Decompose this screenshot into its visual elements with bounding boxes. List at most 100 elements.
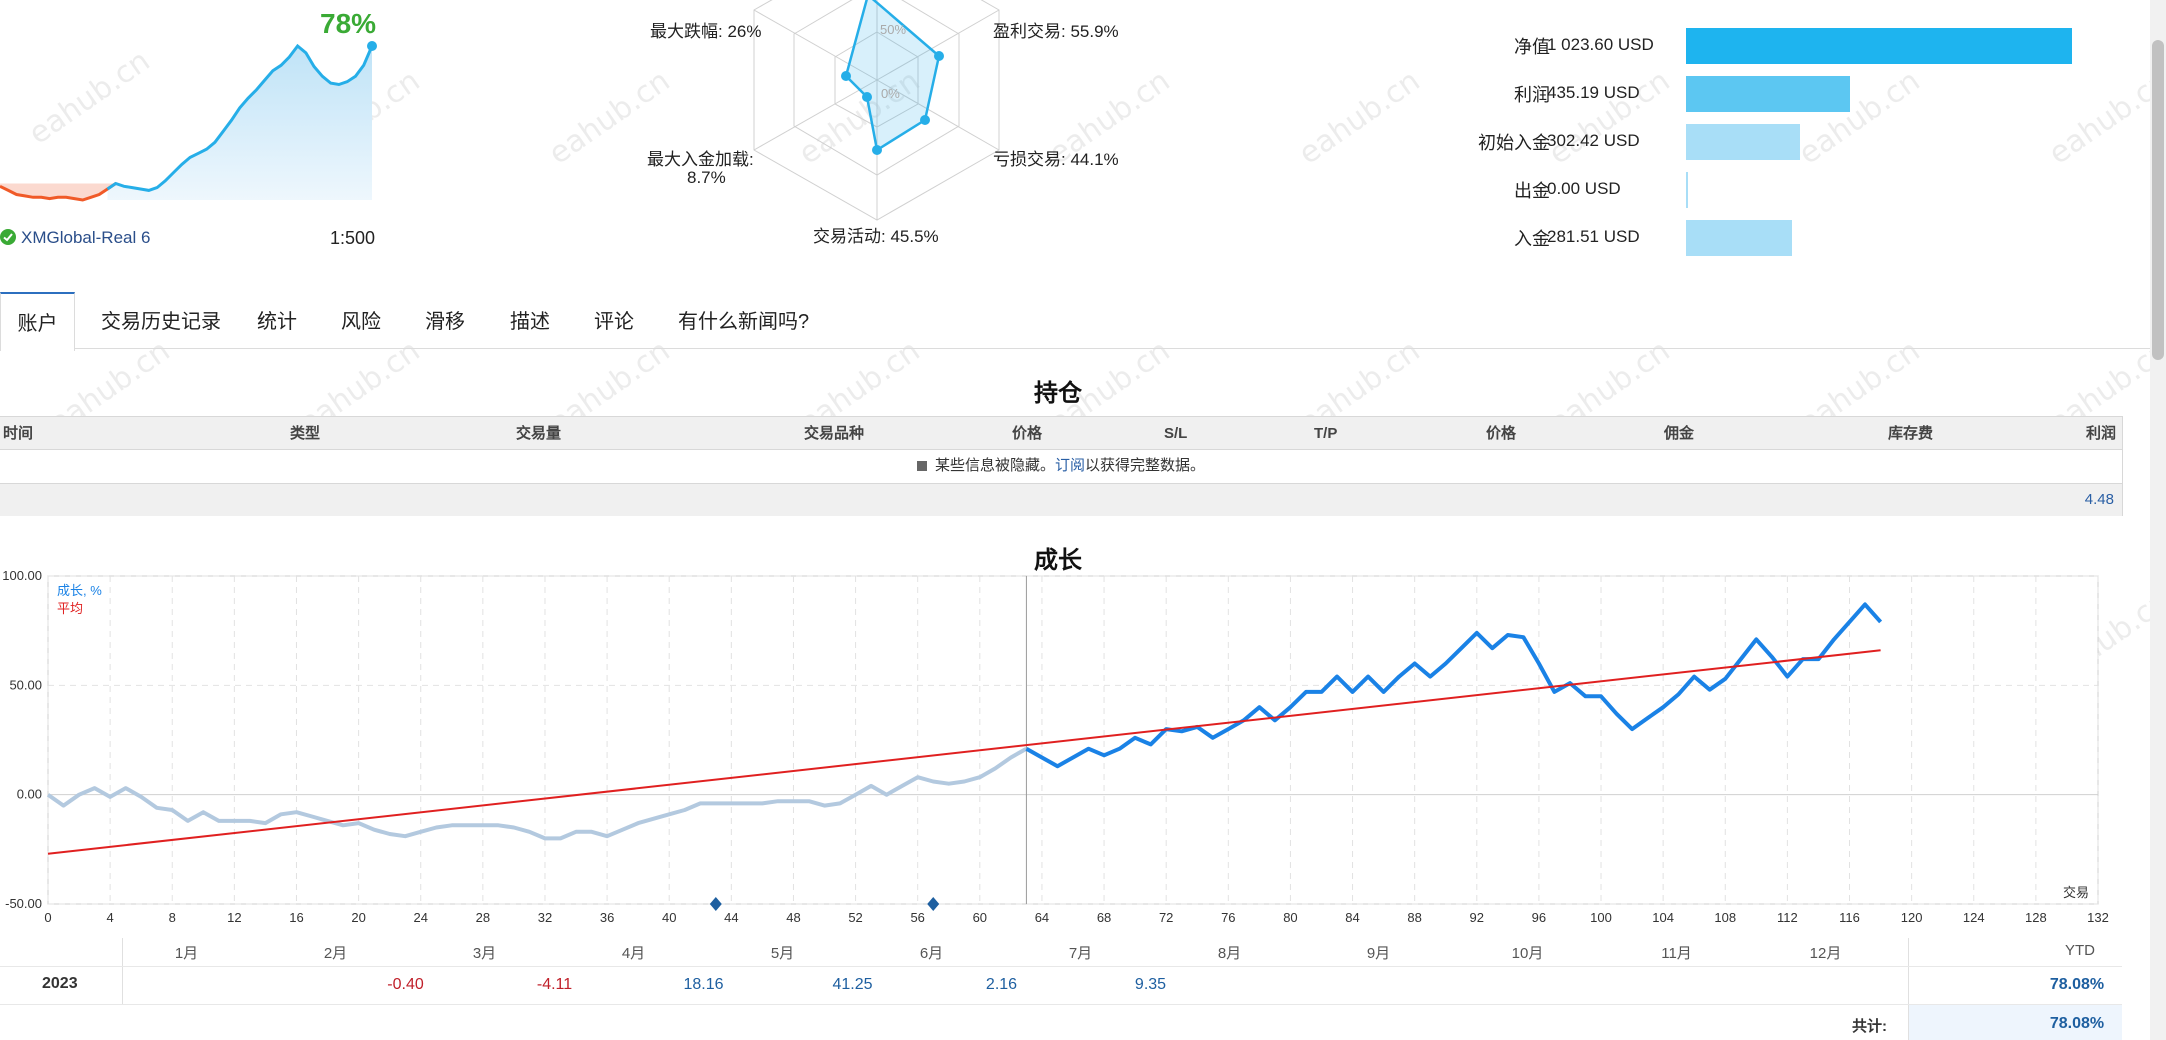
month-value: -4.11: [536, 976, 573, 993]
x-tick-label: 92: [1470, 910, 1484, 925]
x-tick-label: 128: [2025, 910, 2047, 925]
x-tick-label: 56: [910, 910, 924, 925]
table-divider: [0, 966, 2122, 967]
month-value: 41.25: [832, 976, 873, 993]
x-tick-label: 104: [1652, 910, 1674, 925]
balance-bar: [1686, 28, 2072, 64]
month-header: 10月: [1511, 945, 1544, 962]
x-tick-label: 84: [1345, 910, 1359, 925]
positions-title: 持仓: [1034, 380, 1082, 407]
balance-panel: 净值 1 023.60 USD 利润 435.19 USD 初始入金 302.42 USD…: [1400, 0, 2150, 270]
tab-description[interactable]: 描述: [510, 292, 550, 348]
x-tick-label: 52: [848, 910, 862, 925]
check-icon: [0, 229, 16, 245]
balance-value: 302.42 USD: [1547, 131, 1640, 150]
col-commission: 佣金: [1664, 425, 1695, 442]
mini-growth-positive-area: [107, 46, 372, 200]
tab-account[interactable]: 账户: [0, 292, 75, 351]
subscribe-link[interactable]: 订阅: [1055, 457, 1085, 474]
leverage-value: 1:500: [330, 228, 376, 248]
x-tick-label: 12: [227, 910, 241, 925]
col-price-open: 价格: [1012, 425, 1043, 442]
x-axis-label: 交易: [2063, 885, 2089, 900]
month-header: 7月: [1068, 945, 1093, 962]
positions-table: 时间 类型 交易量 交易品种 价格 S/L T/P 价格 佣金 库存费 利润 某…: [0, 416, 2123, 516]
radar-point-profit: [934, 51, 944, 61]
month-value: 9.35: [1134, 976, 1167, 993]
month-header: 6月: [919, 945, 944, 962]
legend-average: 平均: [57, 601, 83, 616]
month-header: 12月: [1809, 945, 1842, 962]
x-tick-label: 24: [413, 910, 427, 925]
balance-label: 净值: [1514, 37, 1550, 57]
month-header: 11月: [1661, 945, 1692, 962]
x-tick-label: 4: [107, 910, 114, 925]
tab-risk[interactable]: 风险: [341, 292, 381, 348]
x-tick-label: 120: [1901, 910, 1923, 925]
col-sl: S/L: [1164, 425, 1188, 442]
radar-axis: [753, 79, 878, 151]
balance-bar: [1686, 124, 1801, 160]
total-value: 78.08%: [2049, 1015, 2105, 1032]
positions-total-row: 4.48: [0, 483, 2122, 516]
monthly-table: [0, 938, 2122, 1040]
mini-growth-endpoint: [367, 41, 377, 51]
positions-total-profit: 4.48: [2084, 491, 2114, 508]
col-price-current: 价格: [1486, 425, 1517, 442]
tab-slippage[interactable]: 滑移: [425, 292, 465, 348]
year-label: 2023: [42, 975, 78, 992]
hidden-info-text: 某些信息被隐藏。: [934, 457, 1055, 474]
tab-news[interactable]: 有什么新闻吗?: [678, 292, 809, 348]
hidden-info-row: 某些信息被隐藏。订阅以获得完整数据。: [0, 450, 2122, 482]
x-tick-label: 16: [289, 910, 303, 925]
x-tick-label: 32: [538, 910, 552, 925]
ytd-label: YTD: [2065, 942, 2095, 959]
balance-bar: [1686, 220, 1793, 256]
radar-point-activity: [872, 145, 882, 155]
x-tick-label: 0: [44, 910, 51, 925]
x-tick-label: 44: [724, 910, 738, 925]
hidden-info-tail: 以获得完整数据。: [1085, 457, 1206, 474]
col-swap: 库存费: [1888, 425, 1934, 442]
month-header: 5月: [770, 945, 795, 962]
radar-label-max-deposit-load: 最大入金加载:: [647, 150, 754, 169]
balance-bar: [1686, 76, 1851, 112]
total-label: 共计:: [1852, 1018, 1887, 1035]
radar-label-max-deposit-load-value: 8.7%: [687, 168, 726, 187]
col-type: 类型: [290, 425, 321, 442]
month-value: 2.16: [985, 976, 1018, 993]
balance-label: 利润: [1514, 85, 1550, 105]
col-profit: 利润: [2086, 425, 2117, 442]
y-tick-label: 50.00: [9, 677, 42, 692]
x-tick-label: 76: [1221, 910, 1235, 925]
x-tick-label: 64: [1035, 910, 1049, 925]
col-symbol: 交易品种: [804, 425, 865, 442]
radar-point-drawdown: [841, 71, 851, 81]
balance-label: 出金: [1514, 181, 1550, 201]
table-divider: [122, 938, 123, 1004]
tab-reviews[interactable]: 评论: [594, 292, 634, 348]
x-tick-label: 48: [786, 910, 800, 925]
tab-trade-history[interactable]: 交易历史记录: [101, 292, 221, 348]
balance-value: 1 023.60 USD: [1547, 35, 1654, 54]
balance-value: 0.00 USD: [1547, 179, 1621, 198]
radar-label-loss-trades: 亏损交易: 44.1%: [993, 150, 1119, 169]
scrollbar-thumb[interactable]: [2152, 40, 2164, 360]
mini-growth-panel: 78% XMGlobal-Real 6 1:500: [0, 0, 390, 248]
radar-label-max-drawdown: 最大跌幅: 26%: [650, 22, 762, 41]
balance-value: 435.19 USD: [1547, 83, 1640, 102]
legend-growth: 成长, %: [57, 583, 102, 598]
month-header: 3月: [472, 945, 497, 962]
positions-header-row: 时间 类型 交易量 交易品种 价格 S/L T/P 价格 佣金 库存费 利润: [0, 417, 2122, 450]
table-divider: [0, 1004, 2122, 1005]
server-link[interactable]: XMGlobal-Real 6: [21, 228, 150, 248]
growth-chart: 0 4 8 12 16 20 24 28 32 36 40 44 48 52 56 60 64 68 72 76 80 8…: [2, 570, 2109, 925]
tab-statistics[interactable]: 统计: [257, 292, 297, 348]
radar-point-load: [862, 92, 872, 102]
col-time: 时间: [3, 425, 34, 442]
x-tick-label: 88: [1407, 910, 1421, 925]
month-header: 2月: [323, 945, 348, 962]
x-tick-label: 60: [973, 910, 987, 925]
month-header: 4月: [621, 945, 646, 962]
radar-point-loss: [920, 115, 930, 125]
